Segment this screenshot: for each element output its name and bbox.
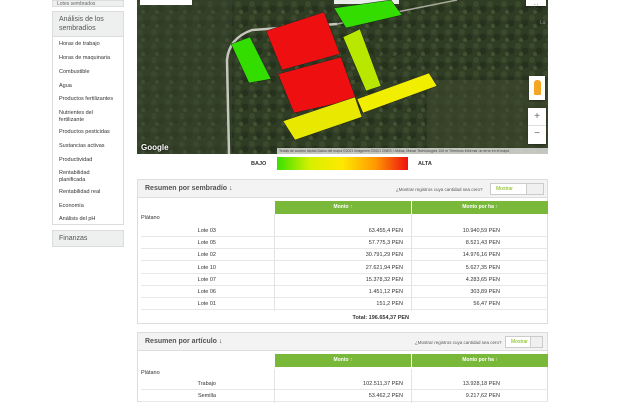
panel-header: Resumen por artículo ↓ ¿Mostrar registro…	[138, 333, 547, 351]
toggle-label: Mostrar	[496, 186, 513, 192]
row-monto: 102.511,37 PEN	[275, 379, 411, 390]
zoom-in-button[interactable]: +	[528, 108, 546, 126]
sidebar-item-productividad[interactable]: Productividad	[59, 157, 121, 164]
show-zero-toggle[interactable]: Mostrar	[490, 183, 544, 195]
row-monto: 63.455,4 PEN	[275, 226, 411, 237]
sidebar-item-productos-pesticidas[interactable]: Productos pesticidas	[59, 129, 121, 136]
row-name: Trabajo	[141, 379, 274, 390]
row-name: Semilla	[141, 391, 274, 403]
row-monto: 53.462,2 PEN	[275, 391, 411, 403]
sidebar-item-rentabilidad-planificada[interactable]: Rentabilidad planificada	[59, 170, 97, 183]
row-monto: 15.378,32 PEN	[275, 275, 411, 286]
fullscreen-icon: ⛶	[534, 4, 538, 10]
toggle-label: Mostrar	[511, 339, 528, 345]
fullscreen-button[interactable]: ⛶	[526, 0, 546, 10]
sidebar-item-rentabilidad-real[interactable]: Rentabilidad real	[59, 189, 121, 196]
row-monto: 30.791,29 PEN	[275, 250, 411, 262]
panel-title[interactable]: Resumen por artículo ↓	[145, 338, 222, 345]
map-attribution[interactable]: Teclas de acceso rápido Datos del mapa ©…	[277, 148, 548, 154]
toggle-switch-knob	[530, 337, 542, 347]
summary-by-article-panel: Resumen por artículo ↓ ¿Mostrar registro…	[137, 332, 548, 403]
column-monto-ha[interactable]: Monto por ha ↑	[412, 354, 548, 367]
show-zero-question: ¿Mostrar registros cuya cantidad sea cer…	[396, 187, 483, 192]
sort-arrow-icon: ↓	[229, 185, 233, 192]
column-monto[interactable]: Monto ↑	[275, 354, 411, 367]
row-monto-ha: 14.976,16 PEN	[412, 250, 548, 262]
summary-by-field-panel: Resumen por sembradío ↓ ¿Mostrar registr…	[137, 179, 548, 324]
sidebar-item-nutrientes[interactable]: Nutrientes del fertilizante	[59, 110, 99, 123]
row-name: Lote 07	[141, 275, 274, 286]
sidebar-section-finanzas[interactable]: Finanzas	[52, 230, 124, 247]
sidebar-item-analisis-ph[interactable]: Análisis del pH	[59, 216, 121, 223]
row-name: Lote 05	[141, 238, 274, 250]
toggle-switch-knob	[526, 184, 543, 194]
sidebar-item-sustancias-activas[interactable]: Sustancias activas	[59, 143, 121, 150]
row-monto: 57.775,3 PEN	[275, 238, 411, 250]
total-value: Total: 196.654,37 PEN	[352, 315, 409, 321]
row-monto: 27.621,94 PEN	[275, 263, 411, 274]
panel-header: Resumen por sembradío ↓ ¿Mostrar registr…	[138, 180, 547, 198]
zoom-controls: + −	[528, 108, 546, 144]
sidebar-item-economia[interactable]: Economía	[59, 203, 121, 210]
row-monto: 151,2 PEN	[275, 299, 411, 311]
zoom-out-button[interactable]: −	[528, 126, 546, 144]
row-monto-ha: 56,47 PEN	[412, 299, 548, 311]
sidebar-item-horas-trabajo[interactable]: Horas de trabajo	[59, 41, 121, 48]
panel-title[interactable]: Resumen por sembradío ↓	[145, 185, 233, 192]
row-name: Lote 02	[141, 250, 274, 262]
row-monto-ha: 303,89 PEN	[412, 287, 548, 298]
row-monto-ha: 5.627,35 PEN	[412, 263, 548, 274]
sort-arrow-icon: ↓	[218, 338, 223, 345]
row-name: Lote 01	[141, 299, 274, 311]
map-canvas	[137, 0, 548, 154]
row-monto-ha: 4.283,65 PEN	[412, 275, 548, 286]
show-zero-question: ¿Mostrar registros cuya cantidad sea cer…	[415, 340, 502, 345]
row-monto-ha: 13.928,18 PEN	[412, 379, 548, 390]
sidebar-top-item[interactable]: Lotes sembrados	[52, 0, 124, 7]
row-name: Lote 06	[141, 287, 274, 298]
panel-title-text: Resumen por artículo	[145, 338, 217, 345]
legend-high-label: ALTA	[418, 161, 432, 167]
sidebar-item-horas-maquinaria[interactable]: Horas de maquinaria	[59, 55, 121, 62]
sidebar-item-combustible[interactable]: Combustible	[59, 69, 121, 76]
group-label: Plátano	[141, 215, 160, 221]
pegman-button[interactable]	[529, 76, 545, 100]
group-label: Plátano	[141, 370, 160, 376]
row-name: Lote 03	[141, 226, 274, 237]
column-monto[interactable]: Monto ↑	[275, 201, 411, 214]
panel-title-text: Resumen por sembradío	[145, 185, 228, 192]
legend-low-label: BAJO	[251, 161, 267, 167]
legend-color-scale	[277, 157, 408, 170]
column-monto-ha[interactable]: Monto por ha ↑	[412, 201, 548, 214]
google-logo: Google	[141, 143, 169, 152]
pegman-icon	[533, 80, 541, 95]
row-monto: 1.451,12 PEN	[275, 287, 411, 298]
row-name: Lote 10	[141, 263, 274, 274]
map-edge-label: La	[540, 20, 546, 26]
sidebar-item-agua[interactable]: Agua	[59, 83, 121, 90]
show-zero-toggle[interactable]: Mostrar	[505, 336, 543, 348]
sidebar-list: Horas de trabajo Horas de maquinaria Com…	[52, 37, 124, 225]
sidebar: Lotes sembrados Análisis de los sembradí…	[52, 0, 124, 400]
sidebar-section-analisis[interactable]: Análisis de los sembradíos	[52, 11, 124, 37]
satellite-map[interactable]: ⛶ + − Google Teclas de acceso rápido Dat…	[137, 0, 548, 154]
sidebar-item-productos-fertilizantes[interactable]: Productos fertilizantes	[59, 96, 121, 103]
row-monto-ha: 10.940,59 PEN	[412, 226, 548, 237]
row-monto-ha: 9.217,62 PEN	[412, 391, 548, 403]
row-monto-ha: 8.521,43 PEN	[412, 238, 548, 250]
